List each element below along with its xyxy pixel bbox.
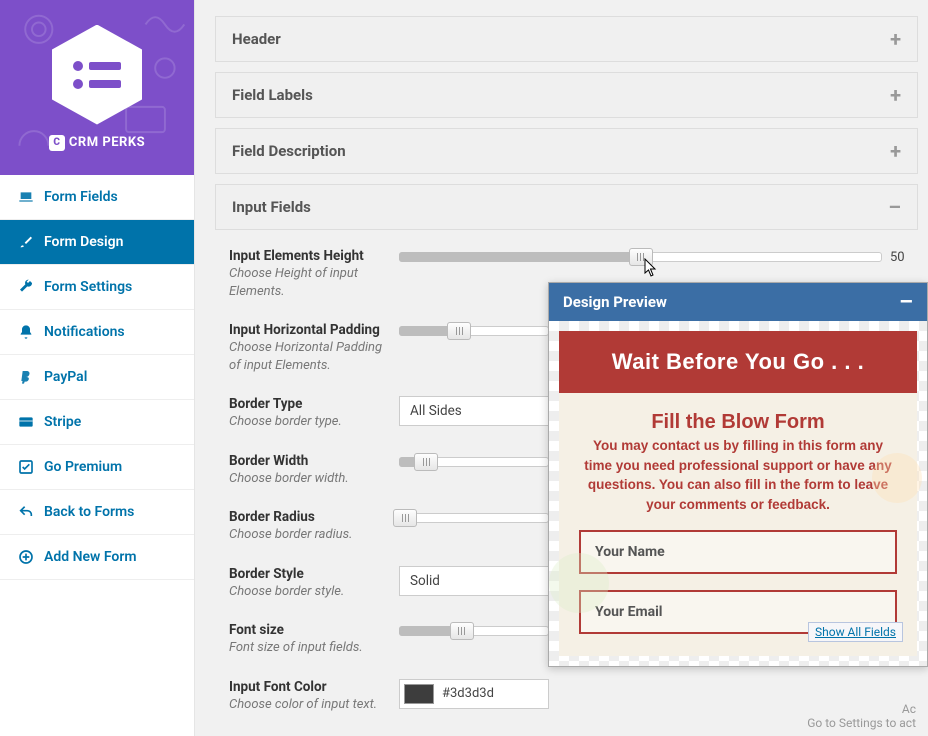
label-font-color: Input Font Color [229,679,387,695]
slider-font-size[interactable] [399,622,549,640]
sidebar-item-form-settings[interactable]: Form Settings [0,265,194,310]
label-hpad: Input Horizontal Padding [229,322,387,338]
sidebar-item-add-new-form[interactable]: Add New Form [0,535,194,580]
slider-border-radius[interactable] [399,509,549,527]
sidebar-item-label: Go Premium [44,459,122,475]
preview-name-input[interactable]: Your Name [579,530,897,574]
back-icon [18,504,34,520]
sidebar-nav: Form Fields Form Design Form Settings No… [0,175,194,580]
sidebar-item-go-premium[interactable]: Go Premium [0,445,194,490]
accordion-title: Field Description [232,142,346,160]
desc-border-type: Choose border type. [229,413,387,431]
preview-form-desc: You may contact us by filling in this fo… [579,436,897,514]
preview-form-title: Fill the Blow Form [579,411,897,434]
accordion-header-header[interactable]: Header + [215,16,918,62]
label-border-style: Border Style [229,566,387,582]
desc-border-radius: Choose border radius. [229,526,387,544]
brand-logo: CCRM PERKS [0,0,194,175]
sidebar-item-label: Notifications [44,324,125,340]
brush-icon [18,234,34,250]
design-preview-header[interactable]: Design Preview – [549,283,927,321]
minimize-icon[interactable]: – [899,297,913,308]
bell-icon [18,324,34,340]
color-value: #3d3d3d [442,686,494,701]
slider-hpad[interactable] [399,322,549,340]
preview-banner: Wait Before You Go . . . [559,331,917,393]
sidebar-item-form-design[interactable]: Form Design [0,220,194,265]
desc-font-color: Choose color of input text. [229,696,387,714]
color-picker-font-color[interactable]: #3d3d3d [399,679,549,709]
desc-hpad: Choose Horizontal Padding of input Eleme… [229,339,387,374]
sidebar-item-form-fields[interactable]: Form Fields [0,175,194,220]
sidebar-item-label: Add New Form [44,549,137,565]
sidebar-item-label: Form Design [44,234,123,250]
slider-value: 50 [890,250,918,265]
plus-circle-icon [18,549,34,565]
expand-icon: + [890,85,901,105]
accordion-title: Input Fields [232,198,311,216]
collapse-icon: – [888,197,901,217]
label-border-type: Border Type [229,396,387,412]
sidebar: CCRM PERKS Form Fields Form Design Form … [0,0,195,736]
accordion-header-field-labels[interactable]: Field Labels + [215,72,918,118]
preview-form-block: Fill the Blow Form You may contact us by… [559,393,917,656]
deco-circle [549,553,609,613]
slider-border-width[interactable] [399,453,549,471]
card-icon [18,414,34,430]
sidebar-item-label: Form Settings [44,279,132,295]
label-font-size: Font size [229,622,387,638]
label-border-radius: Border Radius [229,509,387,525]
select-border-style[interactable]: Solid [399,566,549,596]
sidebar-item-label: Stripe [44,414,81,430]
sidebar-item-label: Form Fields [44,189,118,205]
accordion-header-field-description[interactable]: Field Description + [215,128,918,174]
check-square-icon [18,459,34,475]
color-swatch [404,684,434,704]
sidebar-item-stripe[interactable]: Stripe [0,400,194,445]
label-border-width: Border Width [229,453,387,469]
sidebar-item-back-to-forms[interactable]: Back to Forms [0,490,194,535]
desc-border-style: Choose border style. [229,583,387,601]
label-input-height: Input Elements Height [229,248,387,264]
deco-circle [872,453,922,503]
wrench-icon [18,279,34,295]
accordion-title: Header [232,30,281,48]
main-content: Header + Field Labels + Field Descriptio… [195,0,928,736]
expand-icon: + [890,141,901,161]
expand-icon: + [890,29,901,49]
desc-border-width: Choose border width. [229,470,387,488]
show-all-fields-link[interactable]: Show All Fields [808,622,903,642]
accordion-title: Field Labels [232,86,313,104]
desc-input-height: Choose Height of input Elements. [229,265,387,300]
select-border-type[interactable]: All Sides [399,396,549,426]
desc-font-size: Font size of input fields. [229,639,387,657]
sidebar-item-label: Back to Forms [44,504,134,520]
sidebar-item-notifications[interactable]: Notifications [0,310,194,355]
sidebar-item-label: PayPal [44,369,87,385]
brand-name: CCRM PERKS [49,135,145,151]
laptop-icon [18,189,34,205]
slider-input-height[interactable] [399,248,882,266]
accordion-header-input-fields[interactable]: Input Fields – [215,184,918,230]
design-preview-panel: Design Preview – Wait Before You Go . . … [548,282,928,667]
paypal-icon [18,369,34,385]
sidebar-item-paypal[interactable]: PayPal [0,355,194,400]
preview-title: Design Preview [563,293,667,311]
